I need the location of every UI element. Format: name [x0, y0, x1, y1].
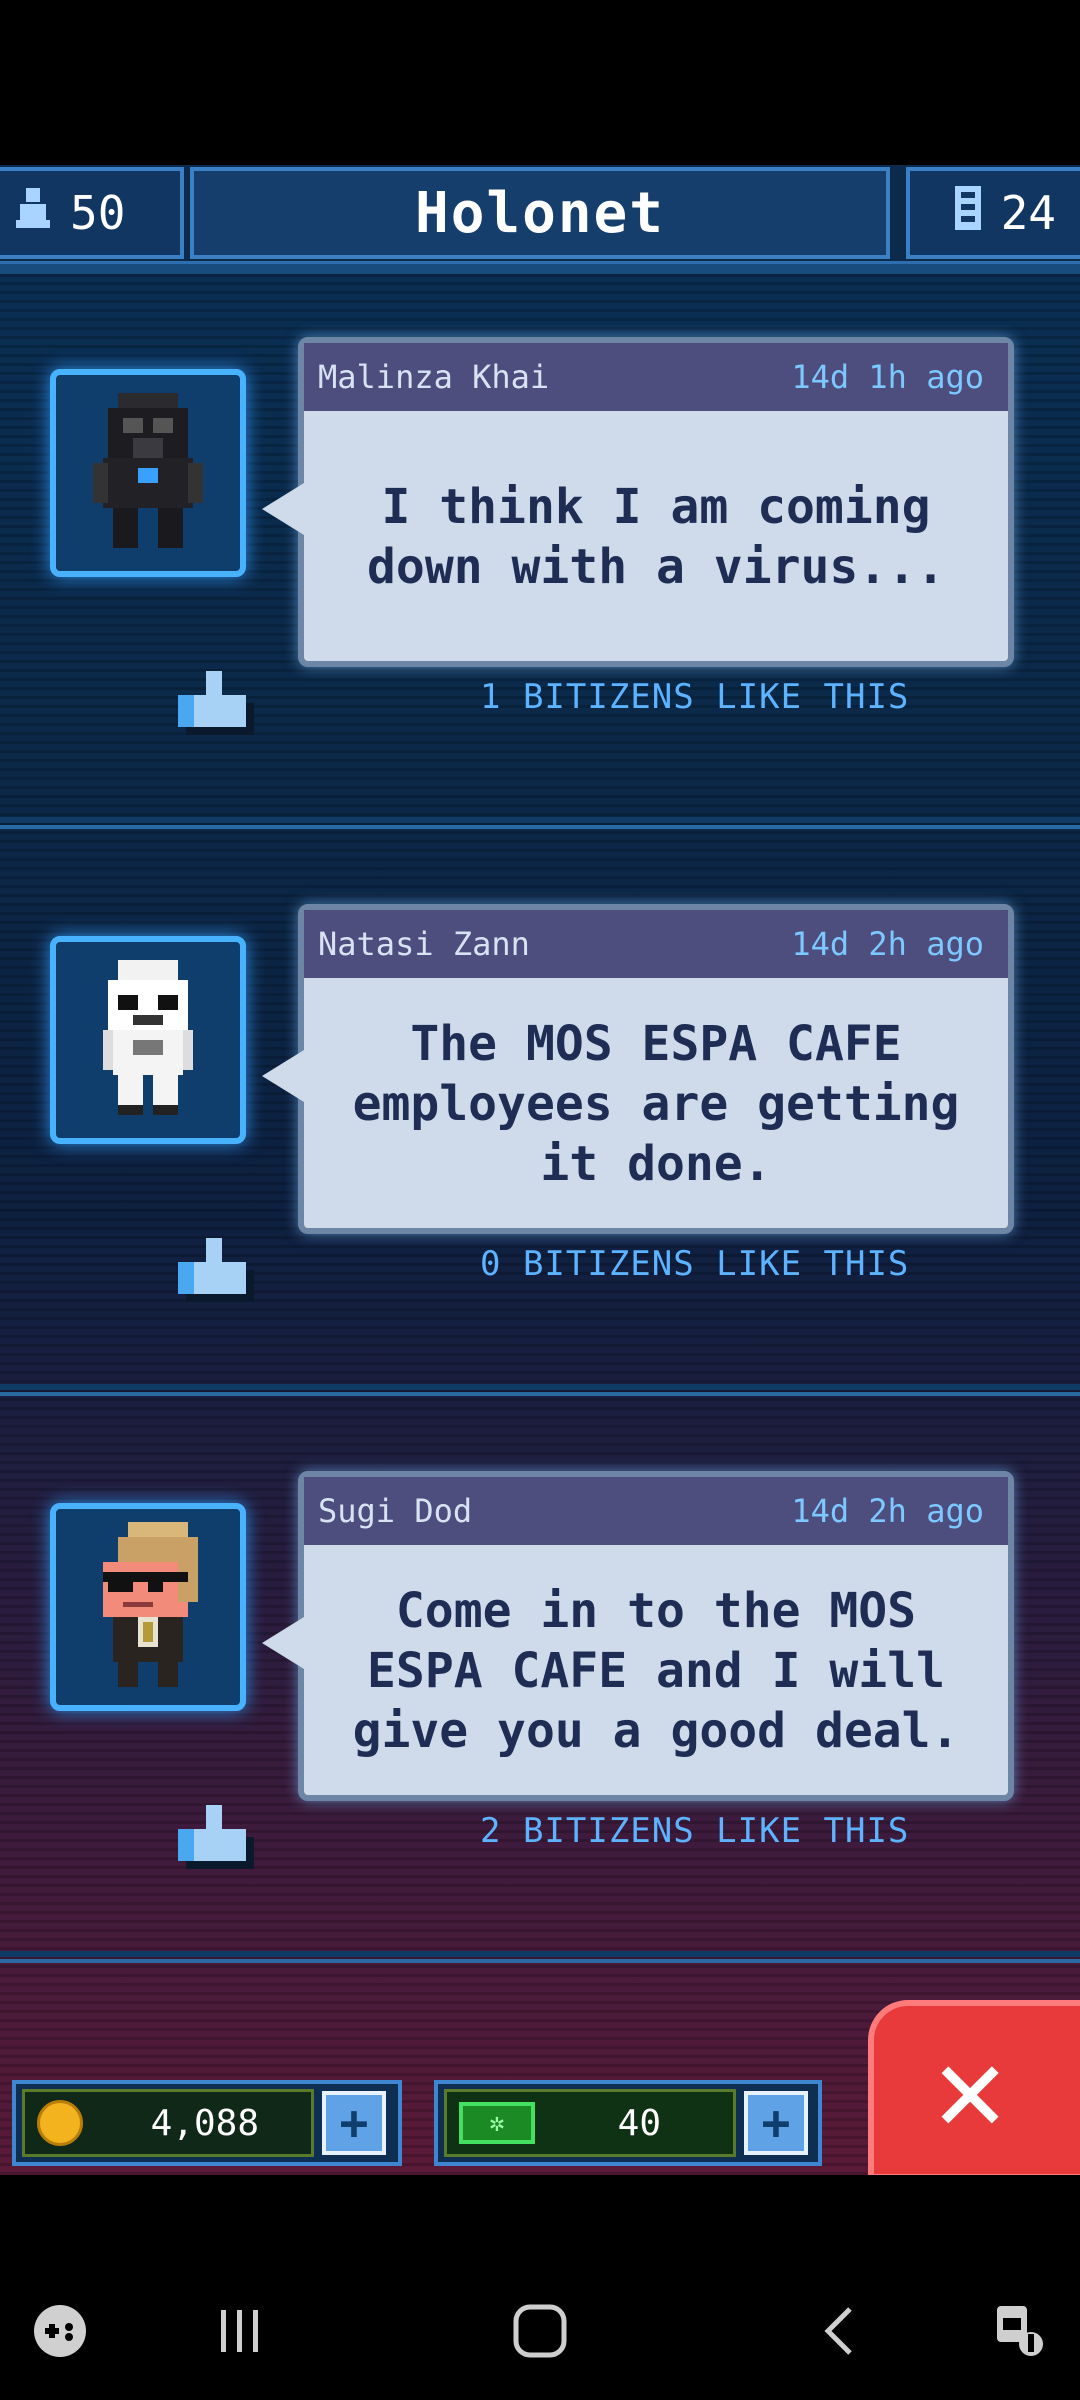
system-nav-bar — [0, 2175, 1080, 2400]
game-launcher-icon[interactable] — [30, 2301, 90, 2361]
message-bubble: Malinza Khai 14d 1h ago I think I am com… — [262, 337, 1014, 667]
likes-count: 0 BITIZENS LIKE THIS — [480, 1244, 910, 1284]
likes-count: 2 BITIZENS LIKE THIS — [480, 1811, 910, 1851]
post-time: 14d 1h ago — [791, 358, 984, 396]
avatar[interactable] — [50, 1503, 246, 1711]
population-stat: 50 — [0, 167, 184, 259]
population-count: 50 — [70, 186, 126, 240]
person-icon — [14, 186, 52, 240]
page-title: Holonet — [414, 180, 665, 246]
touch-protection-icon[interactable] — [990, 2301, 1050, 2361]
avatar[interactable] — [50, 369, 246, 577]
recent-apps-icon[interactable] — [210, 2301, 270, 2361]
like-thumb-icon[interactable] — [178, 1801, 258, 1869]
message-text: I think I am coming down with a virus... — [367, 479, 945, 595]
credits-count: 40 — [617, 2102, 661, 2144]
likes-count: 1 BITIZENS LIKE THIS — [480, 677, 910, 717]
holonet-post: Sugi Dod 14d 2h ago Come in to the MOS E… — [0, 1409, 1080, 1963]
holonet-screen: 50 Holonet 24 Malinza Khai 14d 1h ago I … — [0, 165, 1080, 2175]
coins-display: 4,088 — [22, 2089, 314, 2157]
plus-icon: + — [339, 2095, 369, 2151]
back-icon[interactable] — [810, 2301, 870, 2361]
building-icon — [953, 184, 983, 242]
message-header: Malinza Khai 14d 1h ago — [304, 343, 1008, 411]
message-header: Natasi Zann 14d 2h ago — [304, 910, 1008, 978]
holonet-post: Natasi Zann 14d 2h ago The MOS ESPA CAFE… — [0, 842, 1080, 1396]
close-button[interactable]: ✕ — [868, 2000, 1080, 2180]
coins-count: 4,088 — [150, 2102, 259, 2144]
author-name: Malinza Khai — [318, 358, 550, 396]
message-text: Come in to the MOS ESPA CAFE and I will … — [352, 1583, 960, 1759]
add-coins-button[interactable]: + — [322, 2091, 386, 2155]
home-icon[interactable] — [510, 2301, 570, 2361]
like-thumb-icon[interactable] — [178, 667, 258, 735]
eyepatch-bitizen-avatar-icon — [103, 1522, 198, 1687]
coins-panel: 4,088 + — [12, 2080, 402, 2166]
stormtrooper-avatar-icon — [103, 960, 193, 1115]
top-bar: 50 Holonet 24 — [0, 165, 1080, 277]
page-title-box: Holonet — [190, 167, 890, 259]
tie-pilot-avatar-icon — [93, 393, 203, 548]
message-text: The MOS ESPA CAFE employees are getting … — [352, 1016, 960, 1192]
like-thumb-icon[interactable] — [178, 1234, 258, 1302]
credits-panel: ✲ 40 + — [434, 2080, 822, 2166]
floors-stat: 24 — [906, 167, 1080, 259]
plus-icon: + — [761, 2095, 791, 2151]
message-bubble: Sugi Dod 14d 2h ago Come in to the MOS E… — [262, 1471, 1014, 1801]
post-time: 14d 2h ago — [791, 925, 984, 963]
author-name: Sugi Dod — [318, 1492, 473, 1530]
credits-display: ✲ 40 — [444, 2089, 736, 2157]
message-bubble: Natasi Zann 14d 2h ago The MOS ESPA CAFE… — [262, 904, 1014, 1234]
author-name: Natasi Zann — [318, 925, 530, 963]
add-credits-button[interactable]: + — [744, 2091, 808, 2155]
holonet-post: Malinza Khai 14d 1h ago I think I am com… — [0, 275, 1080, 829]
post-time: 14d 2h ago — [791, 1492, 984, 1530]
avatar[interactable] — [50, 936, 246, 1144]
credit-icon: ✲ — [459, 2102, 535, 2144]
floors-count: 24 — [1000, 186, 1056, 240]
message-header: Sugi Dod 14d 2h ago — [304, 1477, 1008, 1545]
close-icon: ✕ — [934, 2020, 1007, 2159]
coin-icon — [37, 2100, 83, 2146]
